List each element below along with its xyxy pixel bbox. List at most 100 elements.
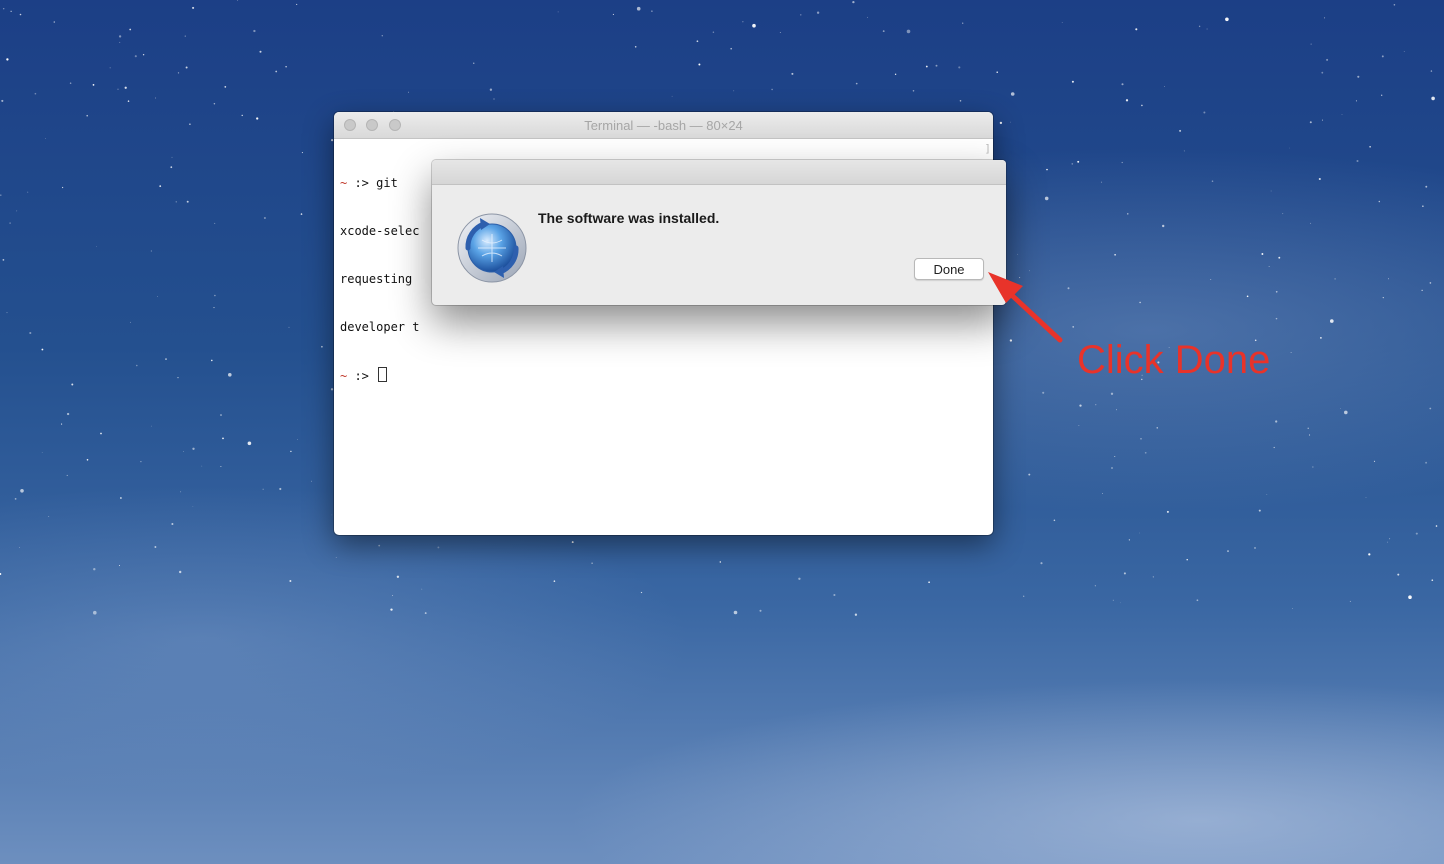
- star: [1040, 562, 1043, 565]
- star: [671, 95, 673, 97]
- click-done-annotation: Click Done: [1077, 338, 1271, 382]
- terminal-cursor: [378, 367, 388, 382]
- star: [1403, 51, 1405, 52]
- star: [1273, 446, 1275, 449]
- star: [214, 222, 216, 224]
- star: [557, 11, 559, 13]
- star: [134, 55, 137, 58]
- star: [396, 575, 400, 578]
- star: [1010, 92, 1015, 96]
- star: [331, 514, 333, 516]
- star: [211, 359, 213, 362]
- done-button[interactable]: Done: [914, 258, 984, 280]
- star: [170, 166, 173, 169]
- star: [192, 6, 195, 9]
- star: [999, 121, 1003, 125]
- star: [959, 100, 962, 102]
- star: [634, 46, 637, 48]
- star: [1321, 71, 1324, 74]
- star: [912, 90, 915, 92]
- star: [1162, 224, 1165, 228]
- star: [296, 3, 298, 5]
- star: [127, 100, 130, 102]
- star: [1430, 70, 1433, 72]
- software-update-icon: [457, 213, 527, 283]
- star: [1196, 599, 1199, 602]
- star: [1071, 163, 1074, 165]
- star: [1211, 180, 1214, 182]
- star: [311, 480, 312, 482]
- star: [1100, 181, 1103, 183]
- star: [41, 348, 44, 351]
- star: [262, 488, 264, 490]
- star: [1431, 96, 1435, 101]
- star: [48, 516, 50, 517]
- star: [1079, 404, 1082, 407]
- terminal-titlebar[interactable]: Terminal — -bash — 80×24: [334, 112, 993, 139]
- star: [1341, 114, 1343, 115]
- star: [996, 71, 998, 73]
- star: [20, 489, 24, 493]
- star: [61, 423, 63, 425]
- star: [1044, 196, 1049, 201]
- star: [1046, 168, 1048, 171]
- star: [118, 564, 121, 567]
- star: [259, 50, 262, 53]
- star: [154, 546, 157, 548]
- star: [321, 345, 323, 348]
- star: [421, 588, 423, 590]
- star: [1023, 595, 1025, 597]
- star: [331, 139, 334, 142]
- star: [165, 358, 167, 360]
- star: [1422, 205, 1424, 207]
- star: [136, 364, 138, 367]
- star: [0, 194, 2, 196]
- star: [185, 66, 188, 69]
- star: [1310, 222, 1312, 224]
- star: [906, 29, 911, 34]
- star: [1429, 282, 1432, 284]
- star: [1110, 392, 1114, 395]
- star: [1095, 404, 1097, 406]
- star: [180, 491, 182, 493]
- star: [1078, 425, 1080, 427]
- star: [1425, 461, 1428, 464]
- star: [640, 591, 643, 594]
- star: [733, 610, 738, 615]
- star: [192, 506, 194, 507]
- star: [390, 608, 393, 611]
- star: [1017, 253, 1019, 255]
- star: [177, 72, 180, 74]
- star: [14, 498, 17, 500]
- star: [1254, 547, 1256, 549]
- star: [591, 562, 593, 564]
- star: [175, 201, 177, 203]
- star: [378, 544, 381, 547]
- star: [698, 63, 701, 66]
- star: [742, 21, 744, 23]
- star: [958, 66, 961, 69]
- star: [1357, 75, 1360, 78]
- star: [1429, 407, 1432, 410]
- star: [183, 451, 185, 453]
- star: [424, 612, 427, 615]
- star: [1094, 585, 1096, 587]
- star: [201, 465, 203, 467]
- star: [1112, 599, 1114, 601]
- star: [1275, 317, 1278, 320]
- star: [117, 88, 119, 90]
- install-complete-dialog: The software was installed. Done: [432, 160, 1006, 305]
- star: [159, 185, 162, 187]
- star: [29, 331, 32, 335]
- star: [1009, 339, 1013, 342]
- star: [408, 91, 409, 93]
- star: [712, 31, 715, 34]
- star: [1312, 466, 1314, 468]
- star: [1289, 147, 1291, 149]
- star: [1156, 427, 1158, 429]
- star: [1164, 86, 1165, 87]
- star: [285, 65, 287, 68]
- star: [791, 72, 794, 75]
- star: [214, 294, 216, 297]
- star: [222, 437, 224, 440]
